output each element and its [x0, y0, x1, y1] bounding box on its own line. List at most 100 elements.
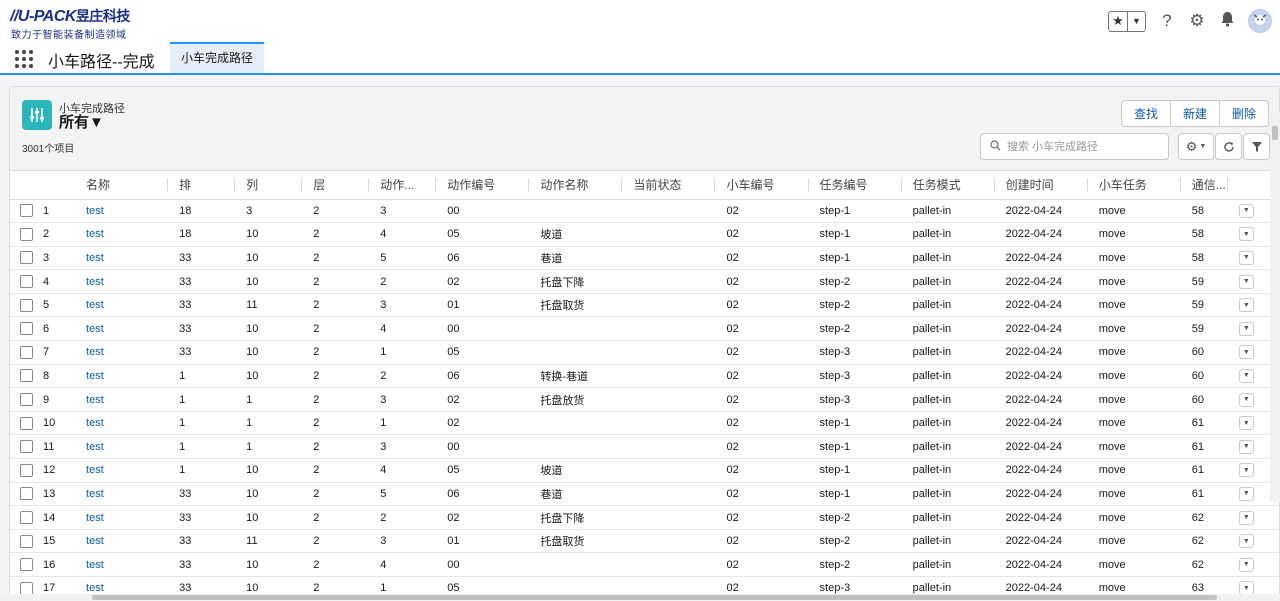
table-row[interactable]: 5 test 33 11 2 3 01 托盘取货 02 step-2 pallet-in 2022-0… — [10, 293, 1279, 318]
row-checkbox[interactable] — [20, 204, 33, 218]
column-header[interactable]: 动作名称 — [528, 171, 622, 200]
row-checkbox[interactable] — [20, 369, 33, 383]
table-row[interactable]: 11 test 1 1 2 3 00 02 step-1 pallet-in 2022-04-24 m… — [10, 434, 1279, 460]
column-header[interactable]: 当前状态 — [621, 171, 715, 200]
column-header[interactable]: 任务模式 — [900, 171, 994, 200]
table-row[interactable]: 6 test 33 10 2 4 00 02 step-2 pallet-in 2022-04-24… — [10, 316, 1279, 342]
record-name-link[interactable]: test — [74, 482, 168, 507]
row-action-dropdown[interactable]: ▼ — [1238, 321, 1254, 336]
row-action-dropdown[interactable]: ▼ — [1238, 345, 1254, 360]
record-name-link[interactable]: test — [74, 316, 168, 342]
row-action-dropdown[interactable]: ▼ — [1238, 510, 1254, 525]
vertical-scrollbar[interactable] — [1270, 112, 1280, 502]
column-header[interactable]: 创建时间 — [993, 171, 1087, 200]
table-row[interactable]: 10 test 1 1 2 1 02 02 step-1 pallet-in 2022-04-24 m… — [10, 411, 1279, 436]
record-name-link[interactable]: test — [74, 293, 168, 318]
row-checkbox[interactable] — [20, 251, 33, 265]
column-header[interactable]: 小车任务 — [1086, 171, 1180, 200]
column-header[interactable]: 小车编号 — [714, 171, 808, 200]
row-action-dropdown[interactable]: ▼ — [1238, 439, 1254, 454]
row-checkbox[interactable] — [20, 463, 33, 477]
record-name-link[interactable]: test — [74, 434, 168, 460]
table-row[interactable]: 2 test 18 10 2 4 05 坡道 02 step-1 pallet-in 2022-04-… — [10, 222, 1279, 247]
gear-icon[interactable]: ⚙ — [1188, 11, 1206, 31]
column-header[interactable]: 排 — [167, 171, 235, 200]
column-header[interactable]: 层 — [301, 171, 369, 200]
record-name-link[interactable]: test — [74, 552, 168, 577]
column-header[interactable]: 列 — [234, 171, 302, 200]
row-action-dropdown[interactable]: ▼ — [1238, 203, 1254, 218]
column-header[interactable]: 通信... — [1179, 171, 1227, 200]
record-name-link[interactable]: test — [74, 246, 168, 271]
table-row[interactable]: 7 test 33 10 2 1 05 02 step-3 pallet-in 2022-04-24… — [10, 340, 1279, 365]
tab-car-complete-path[interactable]: 小车完成路径 — [170, 42, 265, 73]
row-action-dropdown[interactable]: ▼ — [1238, 534, 1254, 549]
row-checkbox[interactable] — [20, 558, 33, 572]
table-row[interactable]: 15 test 33 11 2 3 01 托盘取货 02 step-2 pallet-in 2022-… — [10, 529, 1279, 554]
table-row[interactable]: 12 test 1 10 2 4 05 坡道 02 step-1 pallet-in 2022-04-… — [10, 458, 1279, 483]
table-row[interactable]: 14 test 33 10 2 2 02 托盘下降 02 step-2 pallet-in 2022-… — [10, 505, 1279, 530]
table-row[interactable]: 1 test 18 3 2 3 00 02 step-1 pallet-in 2022-04-24 m… — [10, 199, 1279, 224]
row-checkbox[interactable] — [20, 511, 33, 525]
search-input[interactable] — [1007, 137, 1165, 156]
row-checkbox[interactable] — [20, 227, 33, 241]
record-name-link[interactable]: test — [74, 340, 168, 365]
row-checkbox[interactable] — [20, 440, 33, 454]
chevron-down-icon[interactable]: ▼ — [1127, 11, 1145, 31]
horizontal-scrollbar[interactable] — [0, 594, 1280, 601]
row-checkbox[interactable] — [20, 393, 33, 407]
row-action-dropdown[interactable]: ▼ — [1238, 250, 1254, 265]
record-name-link[interactable]: test — [74, 269, 168, 294]
row-checkbox[interactable] — [20, 581, 33, 595]
row-checkbox[interactable] — [20, 298, 33, 312]
record-name-link[interactable]: test — [74, 529, 168, 554]
avatar[interactable] — [1248, 9, 1272, 33]
column-header[interactable]: 动作... — [368, 171, 436, 200]
star-icon[interactable]: ★ — [1109, 12, 1127, 31]
help-icon[interactable]: ? — [1158, 11, 1176, 31]
row-action-dropdown[interactable]: ▼ — [1238, 416, 1254, 431]
row-checkbox[interactable] — [20, 275, 33, 289]
row-action-dropdown[interactable]: ▼ — [1238, 298, 1254, 313]
record-name-link[interactable]: test — [74, 199, 168, 224]
table-row[interactable]: 16 test 33 10 2 4 00 02 step-2 pallet-in 2022-04-2… — [10, 552, 1279, 577]
column-header[interactable]: 任务编号 — [807, 171, 901, 200]
find-button[interactable]: 查找 — [1122, 101, 1170, 126]
row-action-dropdown[interactable]: ▼ — [1238, 557, 1254, 572]
company-logo[interactable]: //U-PACK昱庄科技 致力于智能装备制造领域 — [10, 6, 170, 41]
table-row[interactable]: 8 test 1 10 2 2 06 转换-巷道 02 step-3 pallet-in 2022-0… — [10, 364, 1279, 389]
column-header[interactable]: 动作编号 — [435, 171, 529, 200]
row-action-dropdown[interactable]: ▼ — [1238, 486, 1254, 501]
record-name-link[interactable]: test — [74, 411, 168, 436]
table-row[interactable]: 4 test 33 10 2 2 02 托盘下降 02 step-2 pallet-in 2022-0… — [10, 269, 1279, 294]
table-row[interactable]: 13 test 33 10 2 5 06 巷道 02 step-1 pallet-in 2022-04… — [10, 482, 1279, 507]
table-row[interactable]: 3 test 33 10 2 5 06 巷道 02 step-1 pallet-in 2022-04-… — [10, 246, 1279, 271]
bell-icon[interactable] — [1218, 11, 1236, 32]
list-view-selector[interactable]: 所有▼ — [59, 111, 104, 132]
vertical-scroll-thumb[interactable] — [1272, 126, 1278, 140]
table-row[interactable]: 9 test 1 1 2 3 02 托盘放货 02 step-3 pallet-in 2022-04-… — [10, 387, 1279, 412]
favorites-control[interactable]: ★ ▼ — [1108, 10, 1146, 32]
row-action-dropdown[interactable]: ▼ — [1238, 463, 1254, 478]
new-button[interactable]: 新建 — [1169, 101, 1219, 126]
row-action-dropdown[interactable]: ▼ — [1238, 368, 1254, 383]
record-name-link[interactable]: test — [74, 505, 168, 530]
row-checkbox[interactable] — [20, 487, 33, 501]
record-name-link[interactable]: test — [74, 458, 168, 483]
record-name-link[interactable]: test — [74, 364, 168, 389]
row-checkbox[interactable] — [20, 345, 33, 359]
row-action-dropdown[interactable]: ▼ — [1238, 227, 1254, 242]
row-action-dropdown[interactable]: ▼ — [1238, 274, 1254, 289]
list-settings-button[interactable]: ⚙ ▼ — [1178, 133, 1214, 160]
refresh-button[interactable] — [1215, 133, 1242, 160]
record-name-link[interactable]: test — [74, 387, 168, 412]
column-header[interactable]: 名称 — [74, 171, 168, 200]
row-action-dropdown[interactable]: ▼ — [1238, 392, 1254, 407]
app-launcher-icon[interactable] — [15, 50, 33, 68]
record-name-link[interactable]: test — [74, 222, 168, 247]
row-checkbox[interactable] — [20, 322, 33, 336]
row-checkbox[interactable] — [20, 534, 33, 548]
horizontal-scroll-thumb[interactable] — [92, 595, 1217, 600]
filter-button[interactable] — [1243, 133, 1270, 160]
delete-button[interactable]: 删除 — [1218, 101, 1268, 126]
